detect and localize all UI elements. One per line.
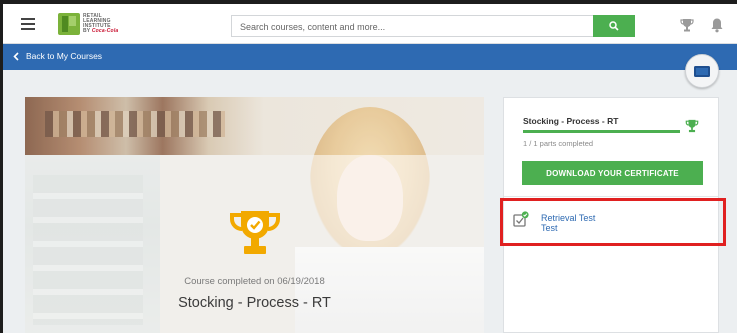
progress-bar-fill xyxy=(523,130,680,133)
parts-completed-text: 1 / 1 parts completed xyxy=(523,139,594,148)
trophy-icon[interactable] xyxy=(679,17,695,33)
menu-icon[interactable] xyxy=(21,18,35,30)
card-course-title: Stocking - Process - RT xyxy=(523,116,619,126)
video-icon xyxy=(694,65,710,77)
trophy-icon xyxy=(685,119,699,133)
test-name: Retrieval Test xyxy=(541,213,596,223)
back-link-label: Back to My Courses xyxy=(26,51,103,61)
progress-bar xyxy=(523,130,680,133)
test-type: Test xyxy=(541,223,558,233)
top-bar: RETAIL LEARNING INSTITUTE BY Coca-Cola S… xyxy=(3,4,737,44)
logo[interactable]: RETAIL LEARNING INSTITUTE BY Coca-Cola xyxy=(58,13,128,35)
search-icon xyxy=(609,21,619,31)
logo-text: RETAIL LEARNING INSTITUTE BY Coca-Cola xyxy=(83,13,119,34)
checklist-icon xyxy=(513,211,529,227)
video-button[interactable] xyxy=(685,54,719,88)
logo-mark xyxy=(58,13,80,35)
completion-date-text: Course completed on 06/19/2018 xyxy=(184,276,325,287)
bell-icon[interactable] xyxy=(710,17,724,33)
trophy-icon xyxy=(230,211,280,254)
course-title: Stocking - Process - RT xyxy=(178,295,331,311)
divider xyxy=(504,196,718,197)
list-item-retrieval-test[interactable]: Retrieval Test Test xyxy=(513,205,717,245)
nav-bar: Back to My Courses xyxy=(3,44,737,70)
chevron-left-icon xyxy=(13,51,19,61)
download-certificate-button[interactable]: DOWNLOAD YOUR CERTIFICATE xyxy=(522,161,703,185)
course-progress-card: Stocking - Process - RT 1 / 1 parts comp… xyxy=(503,97,719,333)
search-button[interactable] xyxy=(593,15,635,37)
search-input[interactable]: Search courses, content and more... xyxy=(231,15,593,37)
back-to-courses-link[interactable]: Back to My Courses xyxy=(13,51,102,61)
